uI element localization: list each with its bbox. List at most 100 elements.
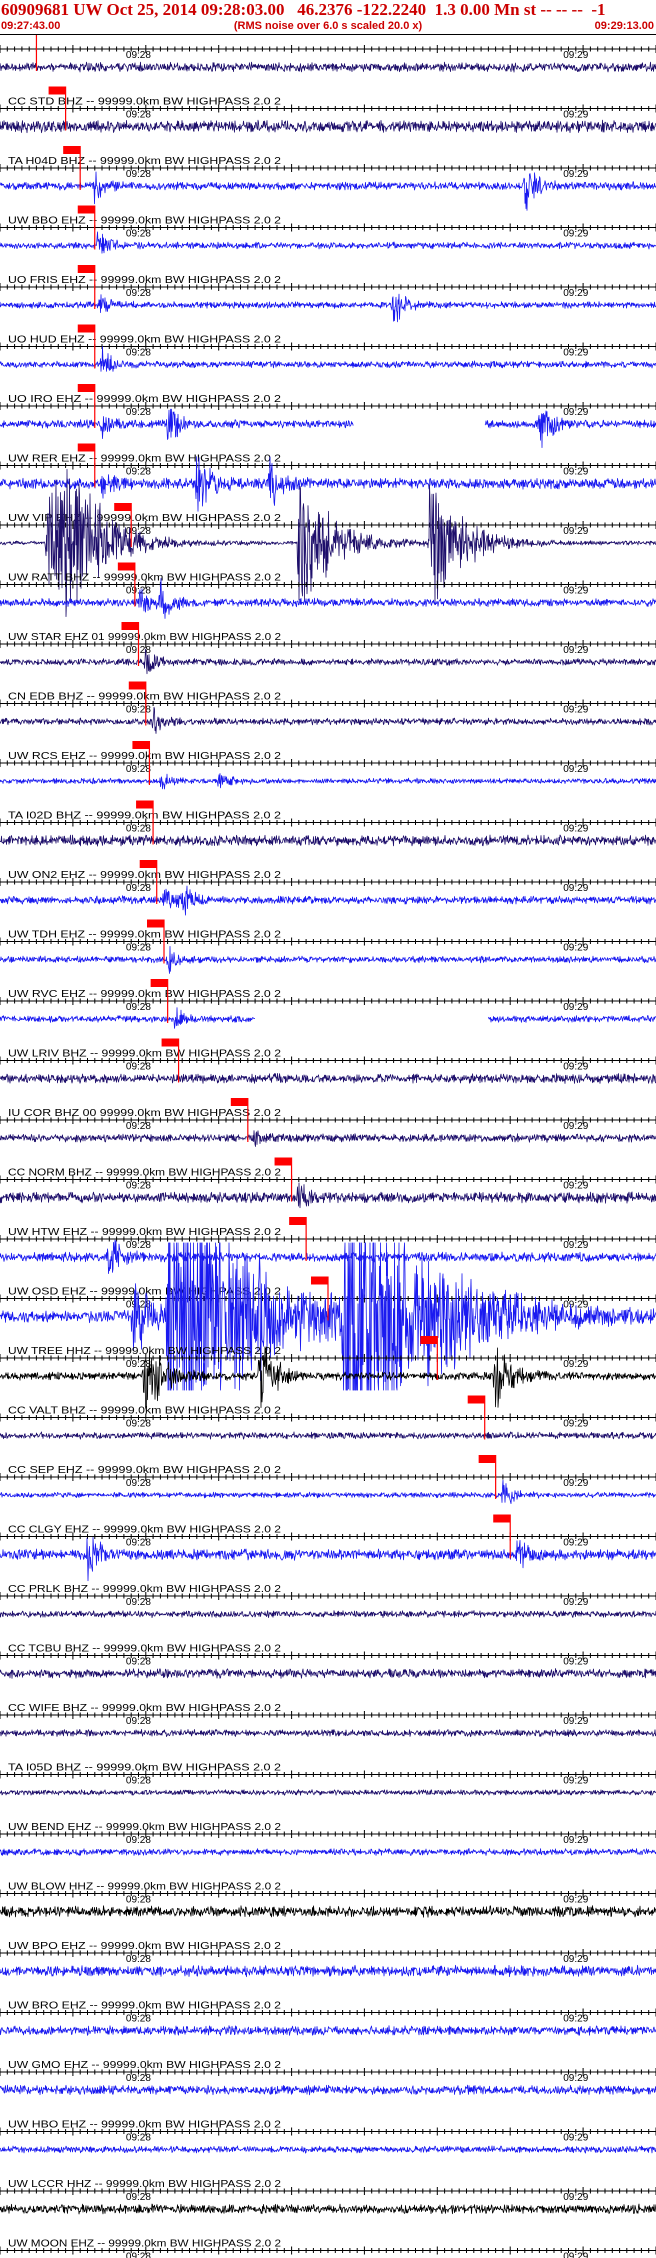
- phase-pick-marker: [77, 443, 95, 452]
- time-tick-label: 09:28: [126, 1954, 151, 1965]
- time-tick-label: 09:29: [563, 407, 588, 418]
- trace-label: UW HBO EHZ -- 99999.0km BW HIGHPASS 2.0 …: [8, 2119, 281, 2131]
- trace-label: IU COR BHZ 00 99999.0km BW HIGHPASS 2.0 …: [8, 1107, 281, 1119]
- phase-pick-marker: [114, 503, 132, 511]
- trace-label: TA H04D BHZ -- 99999.0km BW HIGHPASS 2.0…: [8, 155, 281, 167]
- time-tick-label: 09:28: [126, 943, 151, 954]
- trace-label: UO IRO EHZ -- 99999.0km BW HIGHPASS 2.0 …: [8, 393, 281, 405]
- time-tick-label: 09:28: [126, 110, 151, 121]
- phase-pick-marker: [274, 1157, 292, 1166]
- time-tick-label: 09:29: [563, 1002, 588, 1013]
- trace-label: UW LCCR HHZ -- 99999.0km BW HIGHPASS 2.0…: [8, 2178, 281, 2190]
- time-tick-label: 09:29: [563, 2252, 588, 2258]
- trace-label: UW RER EHZ -- 99999.0km BW HIGHPASS 2.0 …: [8, 453, 281, 465]
- seismogram-trace: [0, 119, 656, 134]
- time-tick-label: 09:29: [563, 2073, 588, 2084]
- time-tick-label: 09:28: [126, 1835, 151, 1846]
- seismogram-trace: [0, 706, 656, 734]
- time-tick-label: 09:28: [126, 288, 151, 299]
- time-tick-label: 09:29: [563, 50, 588, 61]
- trace-label: UW ON2 EHZ -- 99999.0km BW HIGHPASS 2.0 …: [8, 869, 281, 881]
- phase-pick-marker: [77, 265, 95, 273]
- time-tick-label: 09:29: [563, 1657, 588, 1668]
- seismogram-trace: [0, 346, 656, 372]
- time-tick-label: 09:29: [563, 645, 588, 656]
- rms-scaling-note: (RMS noise over 6.0 s scaled 20.0 x): [233, 20, 423, 32]
- time-tick-label: 09:28: [126, 467, 151, 478]
- seismogram-trace: [0, 1239, 656, 1274]
- trace-label: UW TDH EHZ -- 99999.0km BW HIGHPASS 2.0 …: [8, 929, 281, 941]
- time-tick-label: 09:29: [563, 1597, 588, 1608]
- time-tick-label: 09:29: [563, 2133, 588, 2144]
- seismogram-trace: [0, 469, 656, 617]
- trace-label: UW GMO EHZ -- 99999.0km BW HIGHPASS 2.0 …: [8, 2059, 281, 2071]
- phase-pick-marker: [121, 622, 139, 630]
- seismogram-trace: [0, 293, 656, 323]
- time-tick-label: 09:28: [126, 2252, 151, 2258]
- time-tick-label: 09:29: [563, 1895, 588, 1906]
- phase-pick-marker: [128, 681, 146, 690]
- phase-pick-marker: [311, 1276, 328, 1285]
- seismogram-trace: [0, 834, 656, 847]
- seismogram-trace: [0, 1729, 656, 1737]
- trace-label: UW RCS EHZ -- 99999.0km BW HIGHPASS 2.0 …: [8, 750, 281, 762]
- seismogram-trace: [0, 2025, 656, 2036]
- time-tick-label: 09:28: [126, 1895, 151, 1906]
- trace-label: UW LRIV BHZ -- 99999.0km BW HIGHPASS 2.0…: [8, 1048, 281, 1060]
- plot-header: 60909681 UW Oct 25, 2014 09:28:03.00 46.…: [0, 0, 656, 35]
- trace-label: UW BLOW HHZ -- 99999.0km BW HIGHPASS 2.0…: [8, 1881, 281, 1893]
- time-tick-label: 09:28: [126, 348, 151, 359]
- trace-label: CC NORM BHZ -- 99999.0km BW HIGHPASS 2.0…: [8, 1167, 281, 1179]
- phase-pick-marker: [63, 146, 81, 154]
- phase-pick-marker: [230, 1098, 248, 1106]
- seismogram-trace: [0, 1073, 656, 1084]
- time-tick-label: 09:29: [563, 1240, 588, 1251]
- time-tick-label: 09:29: [563, 1538, 588, 1549]
- phase-pick-marker: [161, 1038, 179, 1047]
- trace-label: UW RVC EHZ -- 99999.0km BW HIGHPASS 2.0 …: [8, 988, 281, 1000]
- time-tick-label: 09:29: [563, 1716, 588, 1727]
- time-tick-label: 09:28: [126, 705, 151, 716]
- trace-label: TA I05D BHZ -- 99999.0km BW HIGHPASS 2.0…: [8, 1762, 281, 1774]
- time-tick-label: 09:28: [126, 169, 151, 180]
- trace-label: CN EDB BHZ -- 99999.0km BW HIGHPASS 2.0 …: [8, 691, 281, 703]
- trace-label: UW RATT BHZ -- 99999.0km BW HIGHPASS 2.0…: [8, 572, 281, 584]
- phase-pick-marker: [77, 384, 95, 392]
- phase-pick-marker: [139, 860, 157, 868]
- seismogram-record-section: 09:28 09:29 09:28 09:29 CC STD BHZ -- 99999.…: [0, 35, 656, 2258]
- time-tick-label: 09:28: [126, 2073, 151, 2084]
- phase-pick-marker: [117, 562, 135, 571]
- trace-label: CC CLGY EHZ -- 99999.0km BW HIGHPASS 2.0…: [8, 1524, 281, 1536]
- time-tick-label: 09:28: [126, 1478, 151, 1489]
- seismogram-trace: [0, 1431, 656, 1440]
- seismogram-trace: [0, 1610, 656, 1618]
- seismogram-trace: [0, 1182, 656, 1209]
- time-tick-label: 09:29: [563, 943, 588, 954]
- time-tick-label: 09:28: [126, 1776, 151, 1787]
- phase-pick-marker: [420, 1336, 438, 1344]
- seismogram-trace: [0, 648, 656, 675]
- time-tick-label: 09:28: [126, 1597, 151, 1608]
- seismogram-trace: [0, 61, 656, 73]
- time-tick-label: 09:29: [563, 1776, 588, 1787]
- seismogram-trace: [0, 1130, 656, 1147]
- time-tick-label: 09:28: [126, 1657, 151, 1668]
- trace-label: UW BBO EHZ -- 99999.0km BW HIGHPASS 2.0 …: [8, 215, 281, 227]
- phase-pick-marker: [136, 800, 154, 809]
- time-tick-label: 09:29: [563, 288, 588, 299]
- seismogram-trace: [0, 1537, 656, 1582]
- phase-pick-marker: [77, 324, 95, 333]
- trace-label: UW STAR EHZ 01 99999.0km BW HIGHPASS 2.0…: [8, 631, 281, 643]
- trace-label: UO HUD EHZ -- 99999.0km BW HIGHPASS 2.0 …: [8, 334, 281, 346]
- time-tick-label: 09:28: [126, 1359, 151, 1370]
- seismogram-trace: [0, 1964, 656, 1978]
- event-title: 60909681 UW Oct 25, 2014 09:28:03.00 46.…: [1, 0, 606, 19]
- time-tick-label: 09:29: [563, 1121, 588, 1132]
- window-end-time: 09:29:13.00: [594, 20, 654, 32]
- phase-pick-marker: [150, 979, 168, 987]
- seismogram-trace: [0, 2203, 656, 2215]
- seismogram-trace: [0, 1789, 656, 1796]
- time-tick-label: 09:28: [126, 1240, 151, 1251]
- time-tick-label: 09:29: [563, 586, 588, 597]
- time-tick-label: 09:28: [126, 1538, 151, 1549]
